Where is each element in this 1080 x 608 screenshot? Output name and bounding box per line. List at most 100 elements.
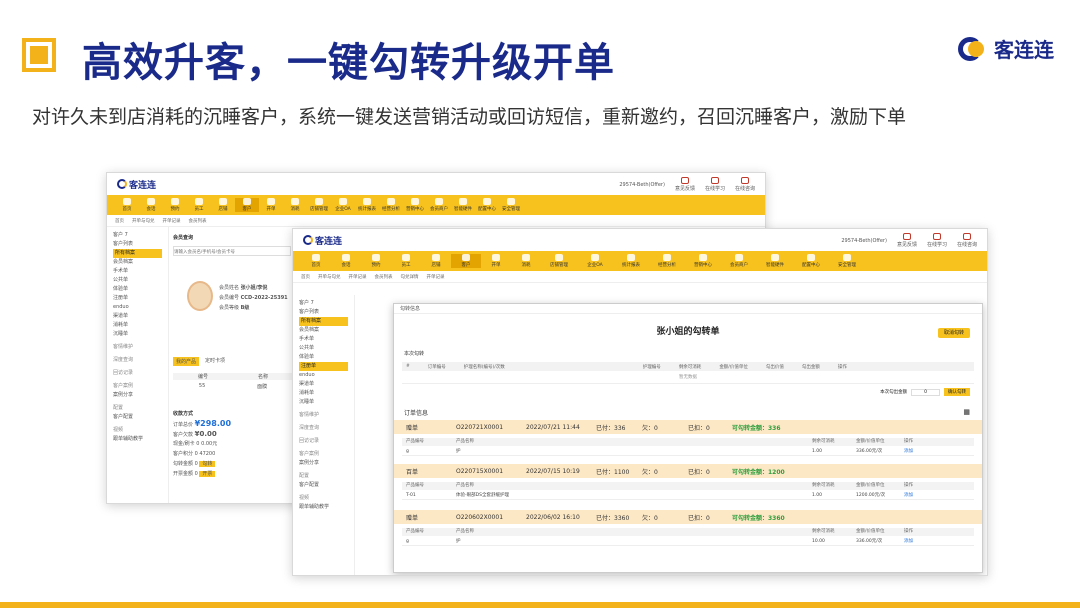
sidebar-item[interactable]: 跟单辅助教学 <box>299 503 348 512</box>
order-row[interactable]: 赠单 O220602X0001 2022/06/02 16:10 已付：3360 欠：0… <box>394 510 982 524</box>
feedback-button[interactable]: 意见反馈 <box>897 233 917 248</box>
nav-member[interactable]: 会员商户 <box>721 254 757 268</box>
nav-report[interactable]: 统计报表 <box>355 198 379 212</box>
sidebar-item[interactable]: 客户配置 <box>113 413 162 422</box>
add-link[interactable]: 添加 <box>904 539 913 544</box>
member-search-input[interactable] <box>173 246 291 256</box>
order-row[interactable]: 百单 O220715X0001 2022/07/15 10:19 已付：1100 欠：0… <box>394 464 982 478</box>
add-link[interactable]: 添加 <box>904 449 913 454</box>
sidebar-item-selected[interactable]: 所有档案 <box>113 249 162 258</box>
nav-security[interactable]: 安全管理 <box>829 254 865 268</box>
tab-order-record[interactable]: 开单记录 <box>163 218 181 224</box>
sidebar-item[interactable]: enduo <box>299 371 348 380</box>
sidebar-item[interactable]: 沉睡单 <box>113 330 162 339</box>
nav-hardware[interactable]: 智能硬件 <box>451 198 475 212</box>
table-row[interactable]: 55 面膜 <box>173 383 293 390</box>
tab-home[interactable]: 首页 <box>301 274 310 280</box>
nav-order[interactable]: 开单 <box>259 198 283 212</box>
sidebar-item[interactable]: 客户列表 <box>299 308 348 317</box>
feedback-button[interactable]: 意见反馈 <box>675 177 695 192</box>
sidebar-group[interactable]: 配置 <box>113 404 162 413</box>
transfer-button[interactable]: 勾转 <box>199 461 216 467</box>
sidebar-group[interactable]: 视频 <box>299 494 348 503</box>
nav-marketing[interactable]: 营销中心 <box>685 254 721 268</box>
nav-staff[interactable]: 员工 <box>391 254 421 268</box>
grid-view-icon[interactable]: ▦ <box>963 408 970 416</box>
order-row[interactable]: 赠单 O220721X0001 2022/07/21 11:44 已付：336 欠：0 已… <box>394 420 982 434</box>
add-link[interactable]: 添加 <box>904 493 913 498</box>
sidebar-item[interactable]: 沉睡单 <box>299 398 348 407</box>
nav-analysis[interactable]: 经营分析 <box>379 198 403 212</box>
consult-button[interactable]: 在线咨询 <box>735 177 755 192</box>
tab-member-list[interactable]: 会员列表 <box>375 274 393 280</box>
sidebar-item[interactable]: 客户配置 <box>299 481 348 490</box>
consult-button[interactable]: 在线咨询 <box>957 233 977 248</box>
nav-customer[interactable]: 客户 <box>451 254 481 268</box>
nav-consume[interactable]: 消耗 <box>511 254 541 268</box>
sidebar-item[interactable]: 案例分享 <box>299 459 348 468</box>
user-menu[interactable]: 29574-Beth(Offer) <box>619 182 665 188</box>
sidebar-item[interactable]: 消耗单 <box>299 389 348 398</box>
nav-home[interactable]: 首页 <box>115 198 139 212</box>
sidebar-item[interactable]: 案例分享 <box>113 391 162 400</box>
tab-open-order[interactable]: 开单与勾兑 <box>318 274 341 280</box>
sidebar-item-selected[interactable]: 注册单 <box>299 362 348 371</box>
nav-order[interactable]: 开单 <box>481 254 511 268</box>
nav-booking[interactable]: 预约 <box>163 198 187 212</box>
sidebar-item[interactable]: 手术单 <box>113 267 162 276</box>
tab-order-record[interactable]: 开单记录 <box>349 274 367 280</box>
tab-my-products[interactable]: 我的产品 <box>173 357 200 366</box>
tab-open-order[interactable]: 开单与勾兑 <box>132 218 155 224</box>
nav-oa[interactable]: 企业OA <box>577 254 613 268</box>
nav-session[interactable]: 会话 <box>331 254 361 268</box>
sidebar-item[interactable]: 消耗单 <box>113 321 162 330</box>
tab-timed-cards[interactable]: 定时卡项 <box>205 357 225 366</box>
nav-store-mgmt[interactable]: 店铺管理 <box>307 198 331 212</box>
sidebar-item[interactable]: 公共单 <box>113 276 162 285</box>
nav-booking[interactable]: 预约 <box>361 254 391 268</box>
nav-config[interactable]: 配置中心 <box>475 198 499 212</box>
sidebar-item[interactable]: 手术单 <box>299 335 348 344</box>
tab-transfer-detail[interactable]: 勾兑详情 <box>401 274 419 280</box>
nav-customer[interactable]: 客户 <box>235 198 259 212</box>
nav-staff[interactable]: 员工 <box>187 198 211 212</box>
nav-consume[interactable]: 消耗 <box>283 198 307 212</box>
sidebar-item[interactable]: 会员档案 <box>299 326 348 335</box>
nav-report[interactable]: 统计报表 <box>613 254 649 268</box>
tab-member-list[interactable]: 会员列表 <box>189 218 207 224</box>
sidebar-group[interactable]: 回访记录 <box>113 369 162 378</box>
nav-store[interactable]: 店铺 <box>211 198 235 212</box>
nav-session[interactable]: 会话 <box>139 198 163 212</box>
nav-analysis[interactable]: 经营分析 <box>649 254 685 268</box>
sidebar-item[interactable]: 注册单 <box>113 294 162 303</box>
sidebar-item[interactable]: 公共单 <box>299 344 348 353</box>
nav-store-mgmt[interactable]: 店铺管理 <box>541 254 577 268</box>
nav-store[interactable]: 店铺 <box>421 254 451 268</box>
sidebar-group[interactable]: 回访记录 <box>299 437 348 446</box>
tab-order-record-2[interactable]: 开单记录 <box>427 274 445 280</box>
sidebar-item[interactable]: 会员档案 <box>113 258 162 267</box>
nav-member[interactable]: 会员商户 <box>427 198 451 212</box>
table-row[interactable]: g 护 10.00 336.00元/次 添加 <box>402 537 974 546</box>
sidebar-group[interactable]: 客户案例 <box>113 382 162 391</box>
sidebar-group[interactable]: 视频 <box>113 426 162 435</box>
nav-oa[interactable]: 企业OA <box>331 198 355 212</box>
learn-button[interactable]: 在线学习 <box>927 233 947 248</box>
user-menu[interactable]: 29574-Beth(Offer) <box>841 238 887 244</box>
sidebar-item[interactable]: 跟单辅助教学 <box>113 435 162 444</box>
sidebar-group[interactable]: 配置 <box>299 472 348 481</box>
sidebar-item[interactable]: enduo <box>113 303 162 312</box>
sidebar-item-selected[interactable]: 所有档案 <box>299 317 348 326</box>
sidebar-group[interactable]: 深度查询 <box>299 424 348 433</box>
sidebar-item[interactable]: 渠道单 <box>299 380 348 389</box>
sidebar-group[interactable]: 客情维护 <box>299 411 348 420</box>
table-row[interactable]: T-01 体验-眼部DS全套舒缓护理 1.00 1200.00元/次 添加 <box>402 491 974 500</box>
nav-home[interactable]: 首页 <box>301 254 331 268</box>
cancel-transfer-button[interactable]: 取消勾转 <box>937 328 970 338</box>
confirm-transfer-button[interactable]: 确认勾转 <box>944 388 970 396</box>
nav-hardware[interactable]: 智能硬件 <box>757 254 793 268</box>
nav-config[interactable]: 配置中心 <box>793 254 829 268</box>
sidebar-group[interactable]: 客户案例 <box>299 450 348 459</box>
learn-button[interactable]: 在线学习 <box>705 177 725 192</box>
sidebar-group[interactable]: 客情维护 <box>113 343 162 352</box>
